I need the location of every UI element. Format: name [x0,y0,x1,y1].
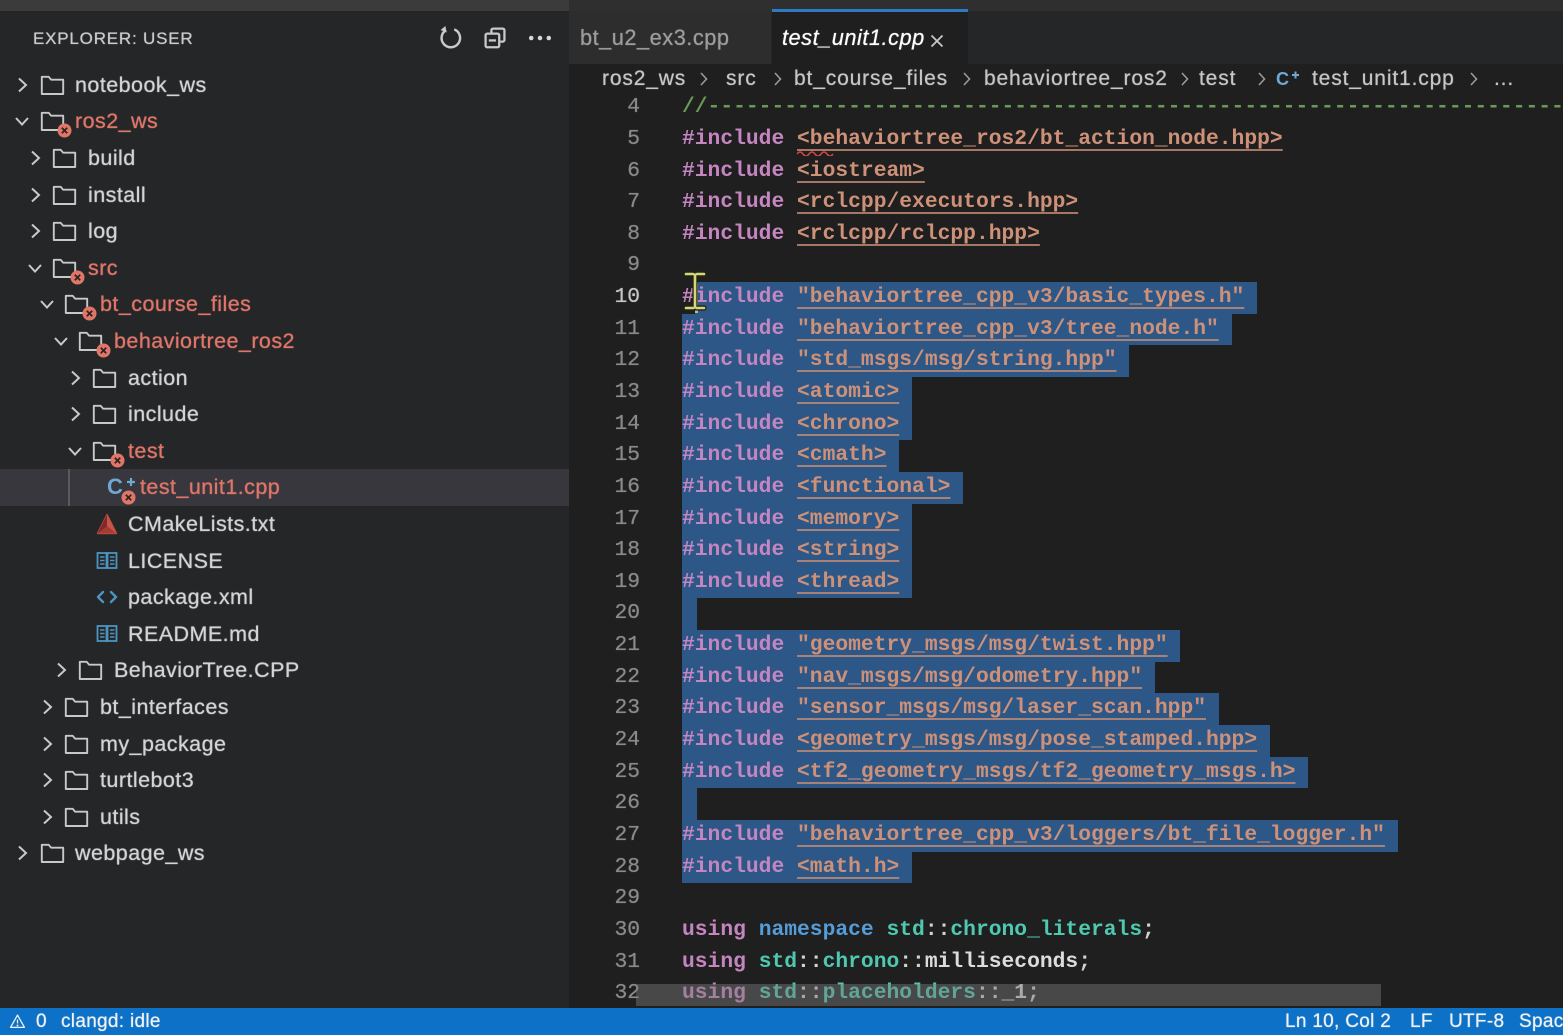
svg-text:C: C [1276,69,1289,89]
